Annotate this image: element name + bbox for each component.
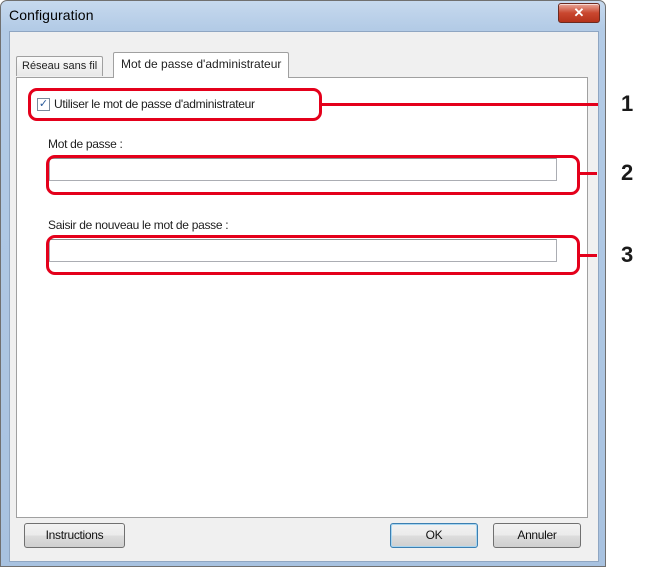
- callout-leader-2: [579, 172, 597, 175]
- tab-wireless-network[interactable]: Réseau sans fil: [16, 56, 104, 76]
- callout-number-2: 2: [621, 160, 634, 185]
- callout-number-3: 3: [621, 242, 634, 267]
- password-label: Mot de passe :: [48, 137, 123, 151]
- admin-password-panel: ✓ Utiliser le mot de passe d'administrat…: [16, 77, 588, 518]
- callout-number-1: 1: [621, 91, 634, 116]
- callout-leader-1: [321, 103, 598, 106]
- instructions-button[interactable]: Instructions: [24, 523, 125, 548]
- ok-button[interactable]: OK: [390, 523, 478, 548]
- cancel-button[interactable]: Annuler: [493, 523, 581, 548]
- tab-admin-password[interactable]: Mot de passe d'administrateur: [113, 52, 290, 78]
- confirm-password-label: Saisir de nouveau le mot de passe :: [48, 218, 229, 232]
- configuration-window: Configuration ✕ Réseau sans fil Mot de p…: [0, 0, 606, 567]
- window-title: Configuration: [9, 7, 94, 23]
- close-button[interactable]: ✕: [558, 3, 600, 23]
- callout-box-2: [46, 155, 580, 195]
- callout-box-3: [46, 235, 580, 275]
- callout-box-1: [28, 88, 322, 121]
- title-bar[interactable]: Configuration ✕: [1, 1, 605, 31]
- callout-leader-3: [579, 254, 597, 257]
- close-icon: ✕: [573, 5, 585, 20]
